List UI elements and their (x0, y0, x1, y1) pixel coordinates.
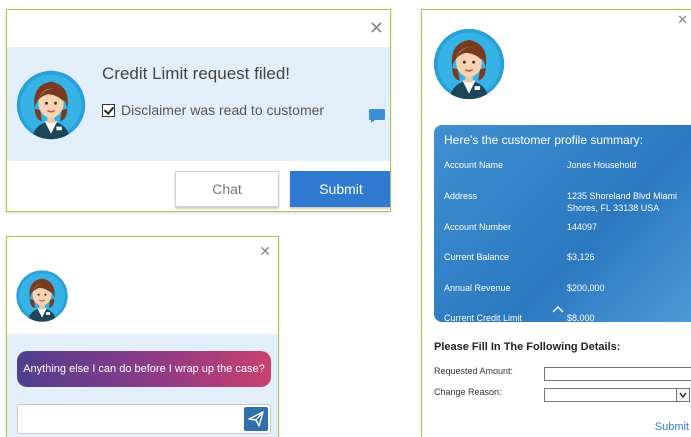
form-title: Please Fill In The Following Details: (434, 341, 621, 353)
close-icon[interactable]: ✕ (369, 20, 384, 38)
agent-avatar (432, 20, 506, 108)
row-value: 1235 Shoreland Blvd Miami Shores, FL 331… (567, 191, 678, 213)
submit-button[interactable]: Submit (290, 171, 390, 207)
row-label: Current Balance (444, 252, 510, 262)
credit-limit-panel: ✕ Credit Limit request filed! Disclaimer… (6, 9, 391, 212)
customer-profile-panel: ✕ Here's the customer profile summary: A… (421, 9, 691, 437)
row-label: Account Name (444, 160, 504, 170)
chat-input[interactable] (22, 408, 244, 432)
profile-summary-card: Here's the customer profile summary: Acc… (434, 125, 691, 322)
row-label: Current Credit Limit (444, 313, 523, 322)
disclaimer-label: Disclaimer was read to customer (121, 102, 325, 118)
row-value: $8,000 (567, 313, 595, 322)
confirmation-title: Credit Limit request filed! (102, 64, 291, 83)
row-value: $3,126 (567, 252, 595, 262)
requested-amount-input[interactable] (544, 367, 691, 381)
requested-amount-label: Requested Amount: (434, 366, 514, 376)
form-submit-link[interactable]: Submit (655, 421, 689, 433)
send-icon (248, 411, 264, 427)
chat-button[interactable]: Chat (175, 171, 279, 207)
close-icon[interactable]: ✕ (677, 14, 688, 27)
change-reason-label: Change Reason: (434, 387, 502, 397)
chevron-up-icon[interactable] (552, 305, 564, 313)
chevron-down-icon (679, 392, 687, 398)
chat-panel: ✕ Anything else I can do before I wrap u… (6, 236, 279, 437)
row-value: Jones Household (567, 160, 637, 170)
dropdown-arrow[interactable] (676, 389, 689, 401)
row-label: Annual Revenue (444, 283, 511, 293)
row-label: Address (444, 191, 478, 201)
row-value: 144097 (567, 222, 598, 232)
send-button[interactable] (244, 407, 268, 431)
agent-avatar (15, 265, 69, 327)
close-icon[interactable]: ✕ (259, 245, 271, 259)
chat-bubble-icon[interactable] (368, 107, 386, 125)
change-reason-select[interactable] (544, 388, 690, 402)
agent-message-bubble: Anything else I can do before I wrap up … (17, 351, 271, 387)
disclaimer-row[interactable]: Disclaimer was read to customer (102, 102, 324, 118)
row-label: Account Number (444, 222, 512, 232)
agent-avatar (15, 62, 87, 148)
disclaimer-checkbox[interactable] (102, 103, 115, 117)
summary-title: Here's the customer profile summary: (444, 133, 644, 147)
chat-input-box[interactable] (17, 404, 271, 434)
row-value: $200,000 (567, 283, 605, 293)
